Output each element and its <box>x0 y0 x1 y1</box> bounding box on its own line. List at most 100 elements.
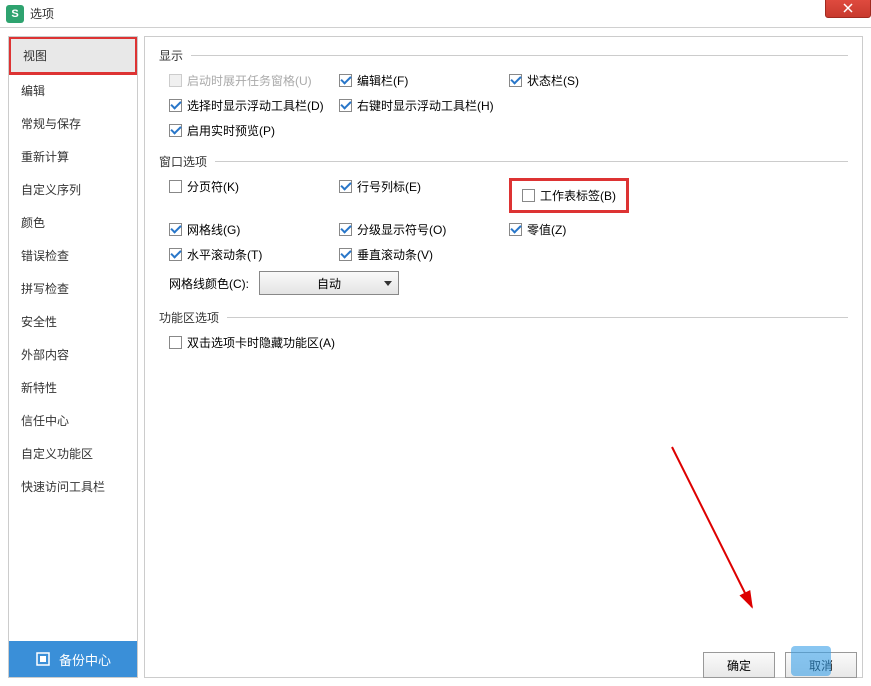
checkbox-rowcol[interactable]: 行号列标(E) <box>339 178 509 195</box>
chevron-down-icon <box>384 281 392 286</box>
checkbox-startup-pane: 启动时展开任务窗格(U) <box>169 72 339 89</box>
checkbox-hscroll[interactable]: 水平滚动条(T) <box>169 246 339 263</box>
sidebar-item-label: 编辑 <box>21 84 45 98</box>
checkbox-icon <box>169 124 182 137</box>
checkbox-icon <box>509 74 522 87</box>
checkbox-zero[interactable]: 零值(Z) <box>509 221 679 238</box>
checkbox-sheettab[interactable]: 工作表标签(B) <box>522 187 616 204</box>
sidebar-item-view[interactable]: 视图 <box>11 39 135 72</box>
sidebar-item-custom-ribbon[interactable]: 自定义功能区 <box>9 437 137 470</box>
checkbox-icon <box>339 180 352 193</box>
checkbox-vscroll[interactable]: 垂直滚动条(V) <box>339 246 509 263</box>
sidebar-item-edit[interactable]: 编辑 <box>9 74 137 107</box>
sidebar-list: 视图 编辑 常规与保存 重新计算 自定义序列 颜色 错误检查 拼写检查 <box>9 37 137 641</box>
backup-label: 备份中心 <box>59 650 111 669</box>
checkbox-icon <box>509 223 522 236</box>
sidebar-item-recalc[interactable]: 重新计算 <box>9 140 137 173</box>
checkbox-label: 水平滚动条(T) <box>187 246 262 263</box>
checkbox-label: 状态栏(S) <box>527 72 579 89</box>
checkbox-label: 选择时显示浮动工具栏(D) <box>187 97 324 114</box>
checkbox-toolbar-select[interactable]: 选择时显示浮动工具栏(D) <box>169 97 339 114</box>
title-bar: S 选项 <box>0 0 871 28</box>
backup-center-button[interactable]: 备份中心 <box>9 641 137 677</box>
app-icon: S <box>6 5 24 23</box>
checkbox-label: 分级显示符号(O) <box>357 221 446 238</box>
checkbox-outline[interactable]: 分级显示符号(O) <box>339 221 509 238</box>
content-panel: 显示 启动时展开任务窗格(U) 编辑栏(F) <box>144 36 863 678</box>
checkbox-label: 行号列标(E) <box>357 178 421 195</box>
section-divider <box>227 317 848 318</box>
sidebar-item-label: 颜色 <box>21 216 45 230</box>
checkbox-label: 启用实时预览(P) <box>187 122 275 139</box>
checkbox-icon <box>169 99 182 112</box>
sidebar-item-label: 安全性 <box>21 315 57 329</box>
dropdown-value: 自动 <box>317 275 341 292</box>
section-title: 显示 <box>159 47 183 64</box>
close-button[interactable] <box>825 0 871 18</box>
grid-color-label: 网格线颜色(C): <box>169 275 249 292</box>
sidebar-item-label: 新特性 <box>21 381 57 395</box>
sidebar-item-general-save[interactable]: 常规与保存 <box>9 107 137 140</box>
sidebar-item-quick-access[interactable]: 快速访问工具栏 <box>9 470 137 503</box>
sidebar-item-spell-check[interactable]: 拼写检查 <box>9 272 137 305</box>
section-window: 窗口选项 分页符(K) 行号列标(E) <box>159 153 848 295</box>
ok-button[interactable]: 确定 <box>703 652 775 678</box>
sidebar-item-new-features[interactable]: 新特性 <box>9 371 137 404</box>
sidebar-item-label: 视图 <box>23 49 47 63</box>
section-title: 窗口选项 <box>159 153 207 170</box>
annotation-arrow <box>652 437 772 617</box>
checkbox-label: 工作表标签(B) <box>540 187 616 204</box>
checkbox-icon <box>339 99 352 112</box>
cancel-button[interactable]: 取消 <box>785 652 857 678</box>
checkbox-preview[interactable]: 启用实时预览(P) <box>169 122 339 139</box>
sidebar-item-label: 自定义功能区 <box>21 447 93 461</box>
checkbox-pagebreak[interactable]: 分页符(K) <box>169 178 339 195</box>
sidebar-item-error-check[interactable]: 错误检查 <box>9 239 137 272</box>
checkbox-icon <box>169 223 182 236</box>
sidebar-item-label: 重新计算 <box>21 150 69 164</box>
dialog-footer: 确定 取消 <box>703 652 857 678</box>
checkbox-icon <box>522 189 535 202</box>
sidebar-item-label: 自定义序列 <box>21 183 81 197</box>
section-divider <box>215 161 848 162</box>
sidebar-item-label: 常规与保存 <box>21 117 81 131</box>
checkbox-label: 启动时展开任务窗格(U) <box>187 72 312 89</box>
sidebar-item-color[interactable]: 颜色 <box>9 206 137 239</box>
grid-color-dropdown[interactable]: 自动 <box>259 271 399 295</box>
checkbox-toolbar-right[interactable]: 右键时显示浮动工具栏(H) <box>339 97 509 114</box>
checkbox-label: 网格线(G) <box>187 221 240 238</box>
sidebar-item-trust-center[interactable]: 信任中心 <box>9 404 137 437</box>
close-icon <box>843 3 853 13</box>
checkbox-label: 分页符(K) <box>187 178 239 195</box>
checkbox-doubleclick-hide[interactable]: 双击选项卡时隐藏功能区(A) <box>169 334 389 351</box>
checkbox-icon <box>169 336 182 349</box>
sidebar-item-label: 外部内容 <box>21 348 69 362</box>
backup-icon <box>35 651 51 667</box>
checkbox-statusbar[interactable]: 状态栏(S) <box>509 72 679 89</box>
window-title: 选项 <box>30 5 54 22</box>
section-ribbon: 功能区选项 双击选项卡时隐藏功能区(A) <box>159 309 848 351</box>
sidebar-item-external[interactable]: 外部内容 <box>9 338 137 371</box>
sidebar-item-security[interactable]: 安全性 <box>9 305 137 338</box>
checkbox-icon <box>339 74 352 87</box>
section-divider <box>191 55 848 56</box>
section-title: 功能区选项 <box>159 309 219 326</box>
checkbox-icon <box>169 180 182 193</box>
checkbox-gridlines[interactable]: 网格线(G) <box>169 221 339 238</box>
checkbox-label: 零值(Z) <box>527 221 566 238</box>
checkbox-editbar[interactable]: 编辑栏(F) <box>339 72 509 89</box>
checkbox-label: 垂直滚动条(V) <box>357 246 433 263</box>
checkbox-icon <box>169 248 182 261</box>
sidebar-item-custom-sort[interactable]: 自定义序列 <box>9 173 137 206</box>
sidebar-item-label: 信任中心 <box>21 414 69 428</box>
checkbox-label: 右键时显示浮动工具栏(H) <box>357 97 494 114</box>
sidebar-item-label: 拼写检查 <box>21 282 69 296</box>
checkbox-icon <box>169 74 182 87</box>
checkbox-icon <box>339 223 352 236</box>
sidebar-item-label: 错误检查 <box>21 249 69 263</box>
checkbox-label: 双击选项卡时隐藏功能区(A) <box>187 334 335 351</box>
checkbox-label: 编辑栏(F) <box>357 72 408 89</box>
section-display: 显示 启动时展开任务窗格(U) 编辑栏(F) <box>159 47 848 139</box>
checkbox-icon <box>339 248 352 261</box>
sidebar: 视图 编辑 常规与保存 重新计算 自定义序列 颜色 错误检查 拼写检查 <box>8 36 138 678</box>
